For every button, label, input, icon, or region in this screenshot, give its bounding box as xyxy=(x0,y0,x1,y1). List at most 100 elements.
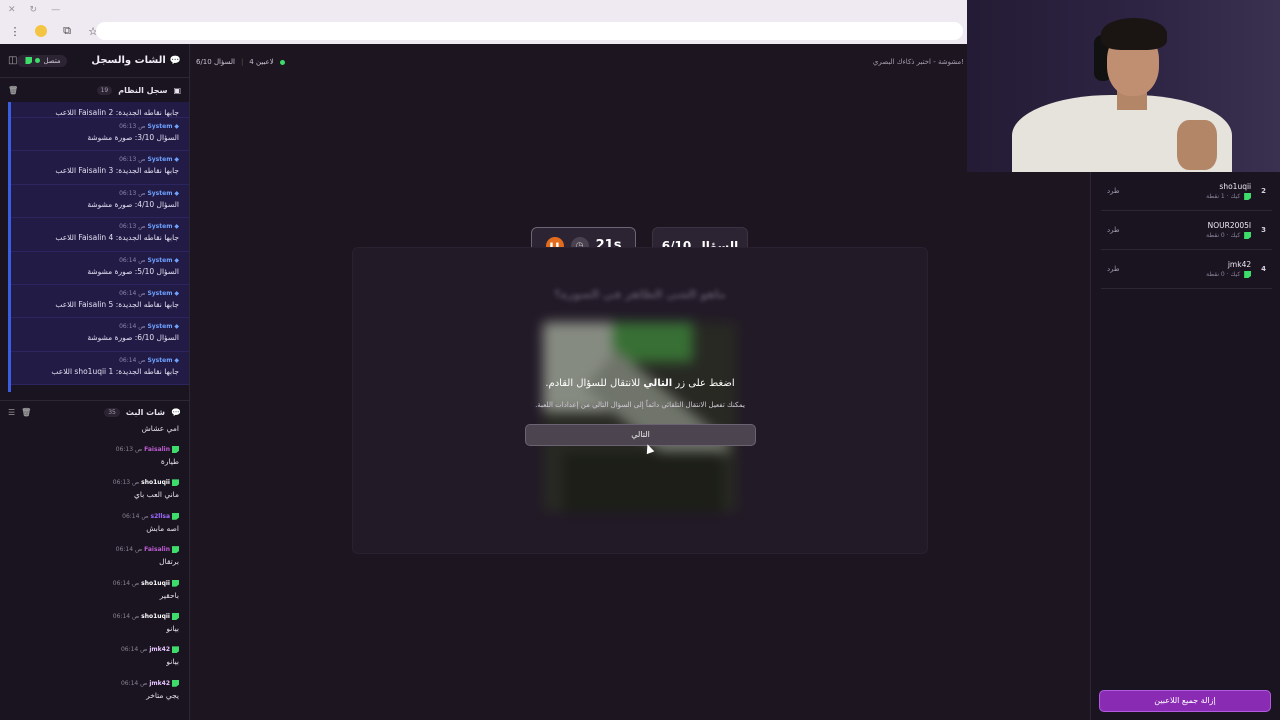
live-chat-title: شات البث xyxy=(125,408,166,417)
log-meta: 06:14 ص System ◆ xyxy=(119,323,179,331)
chat-message: 06:14 ص s2llsa اصه مابش xyxy=(0,509,179,542)
more-menu-icon[interactable]: ⋮ xyxy=(8,24,22,38)
system-icon: ◆ xyxy=(174,156,179,164)
player-score: كيك · 0 نقطة xyxy=(1206,232,1252,239)
close-window-icon[interactable]: ✕ xyxy=(8,5,16,15)
system-icon: ◆ xyxy=(174,223,179,231)
chat-text: ماني العب باي xyxy=(133,490,179,500)
chat-message: 06:13 ص Faisalin طيارة xyxy=(0,442,179,475)
player-rank: 3 xyxy=(1261,226,1266,234)
kick-icon xyxy=(1244,232,1252,239)
filter-icon[interactable]: ☰ xyxy=(8,408,15,417)
chat-message: امي عشاش xyxy=(141,424,179,433)
kick-player-button[interactable]: طرد xyxy=(1107,265,1120,273)
chat-meta: 06:14 ص Faisalin xyxy=(0,546,179,554)
players-count: 4 لاعبين xyxy=(249,58,274,66)
question-counter: السؤال 6/10 xyxy=(196,58,235,66)
system-icon: ◆ xyxy=(174,256,179,264)
chat-log-panel: ◫ متصل الشات والسجل 💬 🗑 19 سجل النظام ▣ … xyxy=(0,44,190,720)
chat-message: 06:14 ص sho1uqii باحقير xyxy=(0,576,179,609)
chat-meta: 06:14 ص jmk42 xyxy=(0,646,179,654)
kick-icon xyxy=(172,612,179,620)
chat-text: بيانو xyxy=(166,623,179,633)
kick-icon xyxy=(172,512,179,520)
system-icon: ◆ xyxy=(174,289,179,297)
log-text: اللاعب Faisalin جابها نقاطه الجديدة: 3 xyxy=(55,166,179,176)
log-text: السؤال 3/10: صورة مشوشة xyxy=(87,133,179,142)
log-item: 06:14 ص System ◆ السؤال 5/10: صورة مشوشة xyxy=(11,251,189,285)
delete-log-icon[interactable]: 🗑 xyxy=(8,86,18,95)
kick-icon xyxy=(172,679,179,687)
log-meta: 06:13 ص System ◆ xyxy=(119,223,179,231)
chat-bubble-icon: 💬 xyxy=(171,408,181,417)
log-item: 06:13 ص System ◆ السؤال 4/10: صورة مشوشة xyxy=(11,184,189,219)
log-item: 06:14 ص System ◆ اللاعب sho1uqii جابها نق… xyxy=(11,351,189,386)
chat-username: sho1uqii xyxy=(141,579,170,587)
live-chat-list[interactable]: امي عشاش 06:13 ص Faisalin طيارة 06:13 ص sh… xyxy=(0,424,189,714)
minimize-icon[interactable]: — xyxy=(51,5,60,15)
chat-text: بيانو xyxy=(166,657,179,667)
next-button[interactable]: التالي xyxy=(525,424,756,446)
window-controls: ✕ ↻ — xyxy=(0,0,967,20)
log-text: السؤال 6/10: صورة مشوشة xyxy=(87,333,179,343)
player-row: طرد jmk42 كيك · 0 نقطة 4 xyxy=(1101,250,1272,289)
log-item: 06:13 ص System ◆ اللاعب Faisalin جابها نق… xyxy=(11,151,189,185)
panel-header: ◫ متصل الشات والسجل 💬 xyxy=(0,44,189,78)
system-log-list[interactable]: اللاعب Faisalin جابها نقاطه الجديدة: 2 0… xyxy=(8,102,189,392)
chat-username: sho1uqii xyxy=(141,479,170,487)
log-meta: 06:13 ص System ◆ xyxy=(119,123,179,130)
player-rank: 2 xyxy=(1261,187,1266,195)
panel-title: الشات والسجل xyxy=(91,55,166,66)
log-meta: 06:13 ص System ◆ xyxy=(119,156,179,164)
chat-meta: 06:14 ص sho1uqii xyxy=(0,579,179,587)
log-text: اللاعب Faisalin جابها نقاطه الجديدة: 4 xyxy=(55,233,179,243)
log-meta: 06:13 ص System ◆ xyxy=(119,189,179,197)
kick-player-button[interactable]: طرد xyxy=(1107,226,1120,234)
system-log-header: 🗑 19 سجل النظام ▣ xyxy=(0,78,189,102)
chat-meta: 06:13 ص sho1uqii xyxy=(0,479,179,487)
tab-icon[interactable]: ⧉ xyxy=(60,24,74,38)
game-title: مشوشة - اختبر ذكاءك البصري! xyxy=(872,58,964,66)
kick-icon xyxy=(172,646,179,654)
system-icon: ◆ xyxy=(174,189,179,197)
log-item: 06:13 ص System ◆ اللاعب Faisalin جابها نق… xyxy=(11,218,189,252)
players-panel: طرد sho1uqii كيك · 1 نقطة 2 طرد NOUR2005I كيك… xyxy=(1090,172,1280,720)
kick-icon xyxy=(172,479,179,487)
player-name: NOUR2005I xyxy=(1207,221,1252,230)
chat-message: 06:14 ص sho1uqii بيانو xyxy=(0,609,179,642)
extension-icon[interactable] xyxy=(34,24,48,38)
kick-icon xyxy=(172,446,179,453)
system-icon: ◆ xyxy=(174,323,179,331)
player-row: طرد sho1uqii كيك · 1 نقطة 2 xyxy=(1101,172,1272,211)
log-item: اللاعب Faisalin جابها نقاطه الجديدة: 2 xyxy=(11,102,189,118)
player-score: كيك · 0 نقطة xyxy=(1206,271,1252,278)
blurred-question-image xyxy=(543,322,737,512)
log-meta: 06:14 ص System ◆ xyxy=(119,289,179,297)
game-header: السؤال 6/10 | 4 لاعبين مشوشة - اختبر ذكا… xyxy=(196,58,964,66)
chat-username: sho1uqii xyxy=(141,612,170,620)
chat-username: jmk42 xyxy=(149,646,170,654)
remove-all-players-button[interactable]: إزالة جميع اللاعبين xyxy=(1099,690,1271,712)
collapse-panel-icon[interactable]: ◫ xyxy=(8,55,17,66)
chat-username: s2llsa xyxy=(150,512,170,520)
kick-icon xyxy=(25,57,33,64)
log-count-badge: 19 xyxy=(96,85,113,95)
player-name: jmk42 xyxy=(1227,260,1252,269)
kick-player-button[interactable]: طرد xyxy=(1107,187,1120,195)
delete-chat-icon[interactable]: 🗑 xyxy=(21,408,31,417)
chat-count-badge: 35 xyxy=(104,408,120,417)
terminal-icon: ▣ xyxy=(173,85,181,95)
chat-text: اصه مابش xyxy=(146,523,179,533)
reload-icon[interactable]: ↻ xyxy=(30,5,38,15)
chat-text: طيارة xyxy=(160,457,179,466)
log-text: اللاعب sho1uqii جابها نقاطه الجديدة: 1 xyxy=(51,366,179,376)
chat-meta: 06:14 ص s2llsa xyxy=(0,512,179,520)
log-meta: 06:14 ص System ◆ xyxy=(119,356,179,364)
question-card: ماهو الشي الظاهر في الصورة؟ اضغط على زر … xyxy=(352,247,928,554)
address-bar[interactable] xyxy=(96,22,963,40)
system-log-title: سجل النظام xyxy=(118,85,168,95)
live-dot-icon xyxy=(279,59,285,65)
connection-status-badge: متصل xyxy=(17,54,67,67)
player-score: كيك · 1 نقطة xyxy=(1206,193,1252,200)
live-chat-header: ☰ 🗑 35 شات البث 💬 xyxy=(0,400,189,424)
